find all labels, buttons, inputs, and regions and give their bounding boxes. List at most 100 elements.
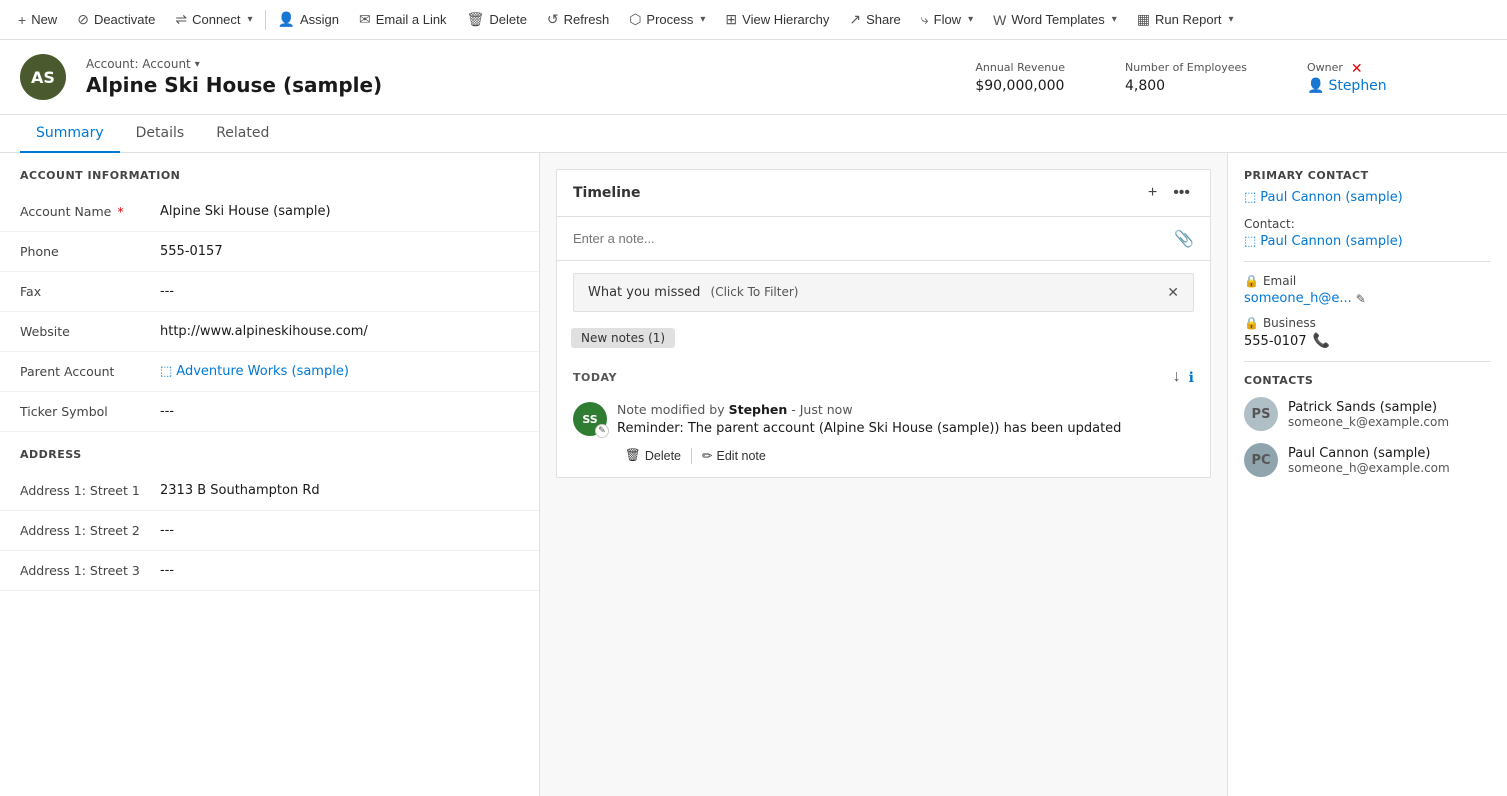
missed-close-button[interactable]: ✕: [1167, 284, 1179, 301]
rp-email-value[interactable]: someone_h@e... ✎: [1244, 291, 1491, 306]
word-templates-icon: W: [993, 12, 1006, 28]
record-header: AS Account: Account ▾ Alpine Ski House (…: [0, 40, 1507, 115]
owner-field: Owner ✕ 👤 Stephen: [1307, 61, 1487, 94]
field-value-phone[interactable]: 555-0157: [160, 244, 499, 259]
section-spacer: [0, 432, 539, 448]
right-panel: Primary Contact ⬚ Paul Cannon (sample) C…: [1227, 153, 1507, 796]
entry-action-separator: [691, 448, 692, 464]
main-content: ACCOUNT INFORMATION Account Name * Alpin…: [0, 153, 1507, 796]
contact-avatar-1: PC: [1244, 443, 1278, 477]
run-report-button[interactable]: ▦ Run Report ▾: [1127, 0, 1244, 39]
entry-delete-button[interactable]: 🗑 Delete: [617, 444, 689, 467]
tab-related[interactable]: Related: [200, 115, 285, 153]
annual-revenue-field: Annual Revenue $90,000,000: [975, 61, 1065, 94]
attach-icon[interactable]: 📎: [1174, 229, 1194, 248]
field-row-parent-account: Parent Account ⬚ Adventure Works (sample…: [0, 352, 539, 392]
contact-name-1[interactable]: Paul Cannon (sample): [1288, 446, 1450, 461]
timeline-today-label: TODAY ↓ ℹ: [557, 358, 1210, 392]
missed-title: What you missed: [588, 285, 700, 300]
field-value-website[interactable]: http://www.alpineskihouse.com/: [160, 324, 499, 339]
required-indicator: *: [117, 204, 123, 219]
rp-phone-call-icon[interactable]: 📞: [1313, 333, 1330, 349]
contact-item-0: PS Patrick Sands (sample) someone_k@exam…: [1244, 397, 1491, 431]
field-row-street1: Address 1: Street 1 2313 B Southampton R…: [0, 471, 539, 511]
timeline-header: Timeline + •••: [557, 170, 1210, 217]
tabs-row: Summary Details Related: [0, 115, 1507, 153]
deactivate-button[interactable]: ⊘ Deactivate: [67, 0, 165, 39]
breadcrumb-chevron-icon: ▾: [195, 59, 200, 70]
connect-button[interactable]: ⇌ Connect ▾: [165, 0, 262, 39]
process-chevron-icon: ▾: [700, 14, 705, 25]
left-panel: ACCOUNT INFORMATION Account Name * Alpin…: [0, 153, 540, 796]
refresh-button[interactable]: ↺ Refresh: [537, 0, 619, 39]
note-input-area: 📎: [557, 217, 1210, 261]
flow-icon: ⤷: [921, 11, 929, 28]
contact-name-0[interactable]: Patrick Sands (sample): [1288, 400, 1449, 415]
field-row-fax: Fax ---: [0, 272, 539, 312]
word-templates-button[interactable]: W Word Templates ▾: [983, 0, 1127, 39]
entry-meta: Note modified by Stephen - Just now: [617, 402, 1194, 417]
refresh-icon: ↺: [547, 11, 559, 28]
tab-summary[interactable]: Summary: [20, 115, 120, 153]
flow-chevron-icon: ▾: [968, 14, 973, 25]
owner-person-icon: 👤: [1307, 78, 1324, 94]
delete-icon: 🗑: [467, 11, 485, 28]
primary-contact-link[interactable]: ⬚ Paul Cannon (sample): [1244, 190, 1491, 205]
email-link-button[interactable]: ✉ Email a Link: [349, 0, 457, 39]
timeline-more-button[interactable]: •••: [1169, 182, 1194, 204]
connect-icon: ⇌: [175, 11, 187, 28]
timeline-sort-button[interactable]: ↓: [1173, 368, 1181, 386]
new-notes-badge[interactable]: New notes (1): [571, 328, 675, 348]
contacts-title: CONTACTS: [1244, 374, 1491, 387]
entry-avatar-badge: ✎: [595, 424, 609, 438]
email-edit-icon[interactable]: ✎: [1356, 292, 1366, 306]
rp-email-field: 🔒 Email someone_h@e... ✎: [1244, 274, 1491, 306]
avatar: AS: [20, 54, 66, 100]
owner-close-button[interactable]: ✕: [1351, 61, 1363, 77]
field-row-account-name: Account Name * Alpine Ski House (sample): [0, 192, 539, 232]
view-hierarchy-button[interactable]: ⊞ View Hierarchy: [715, 0, 839, 39]
assign-button[interactable]: 👤 Assign: [268, 0, 349, 39]
note-input[interactable]: [573, 231, 1166, 246]
deactivate-icon: ⊘: [77, 11, 89, 28]
entry-content: Note modified by Stephen - Just now Remi…: [617, 402, 1194, 467]
timeline-info-button[interactable]: ℹ: [1189, 369, 1194, 386]
field-value-street1[interactable]: 2313 B Southampton Rd: [160, 483, 519, 498]
rp-divider-1: [1244, 261, 1491, 262]
field-row-street2: Address 1: Street 2 ---: [0, 511, 539, 551]
missed-banner: What you missed (Click To Filter) ✕: [573, 273, 1194, 312]
field-value-street2[interactable]: ---: [160, 523, 519, 538]
address-title: ADDRESS: [0, 448, 539, 471]
new-icon: +: [18, 12, 26, 28]
delete-button[interactable]: 🗑 Delete: [457, 0, 537, 39]
entry-author: Stephen: [729, 402, 788, 417]
field-value-street3[interactable]: ---: [160, 563, 519, 578]
rp-contact-field: Contact: ⬚ Paul Cannon (sample): [1244, 217, 1491, 249]
assign-icon: 👤: [278, 11, 295, 28]
tab-details[interactable]: Details: [120, 115, 201, 153]
owner-link[interactable]: 👤 Stephen: [1307, 78, 1487, 94]
process-button[interactable]: ⬡ Process ▾: [619, 0, 715, 39]
new-button[interactable]: + New: [8, 0, 67, 39]
rp-business-phone: 555-0107: [1244, 334, 1307, 349]
timeline-actions: + •••: [1144, 182, 1194, 204]
entry-edit-button[interactable]: ✏ Edit note: [694, 444, 774, 467]
rp-contact-icon: ⬚: [1244, 234, 1256, 249]
missed-filter[interactable]: (Click To Filter): [711, 285, 799, 299]
connect-chevron-icon: ▾: [248, 14, 253, 25]
timeline-add-button[interactable]: +: [1144, 182, 1161, 204]
header-fields: Annual Revenue $90,000,000 Number of Emp…: [975, 61, 1487, 94]
run-report-icon: ▦: [1137, 11, 1150, 28]
contact-item-1: PC Paul Cannon (sample) someone_h@exampl…: [1244, 443, 1491, 477]
field-value-fax[interactable]: ---: [160, 284, 519, 299]
entry-actions: 🗑 Delete ✏ Edit note: [617, 444, 1194, 467]
rp-contact-value[interactable]: ⬚ Paul Cannon (sample): [1244, 234, 1491, 249]
field-value-account-name[interactable]: Alpine Ski House (sample): [160, 204, 519, 219]
timeline-entry: SS ✎ Note modified by Stephen - Just now…: [557, 392, 1210, 477]
breadcrumb[interactable]: Account: Account ▾: [86, 57, 955, 71]
primary-contact-title: Primary Contact: [1244, 169, 1491, 182]
flow-button[interactable]: ⤷ Flow ▾: [911, 0, 983, 39]
share-button[interactable]: ↗ Share: [839, 0, 910, 39]
field-value-ticker[interactable]: ---: [160, 404, 519, 419]
field-value-parent-account[interactable]: ⬚ Adventure Works (sample): [160, 364, 519, 379]
